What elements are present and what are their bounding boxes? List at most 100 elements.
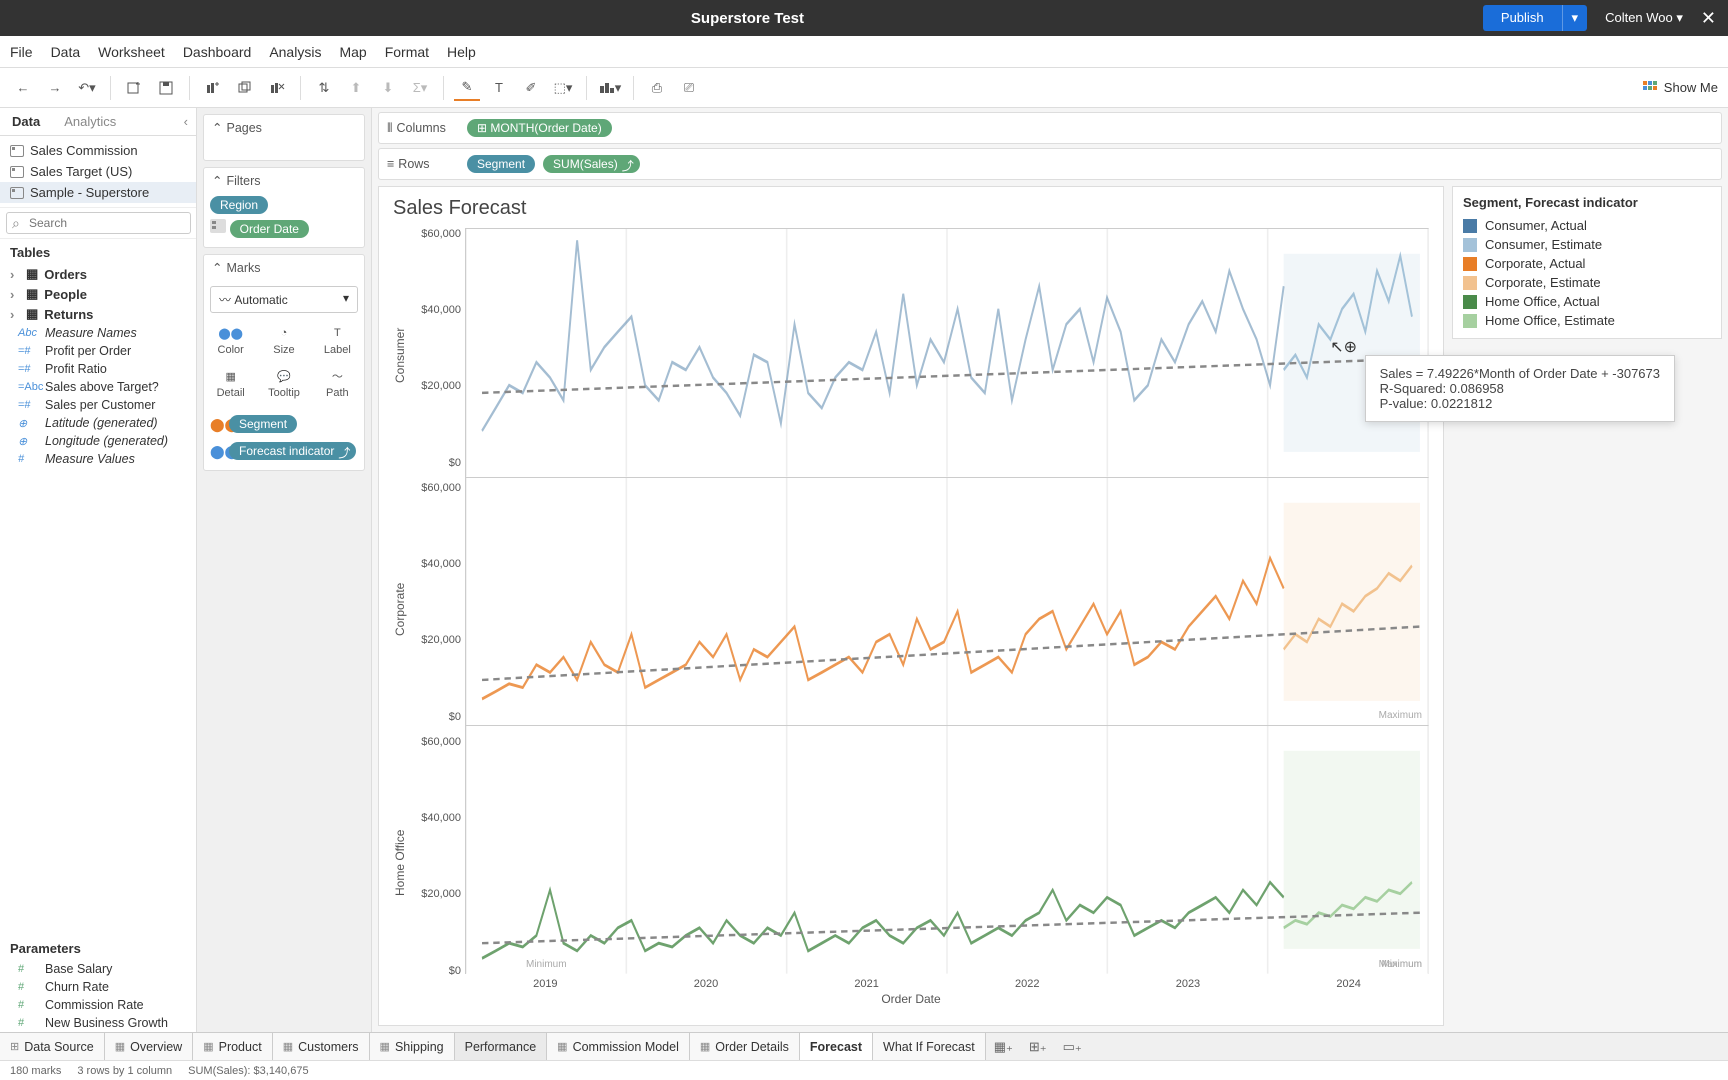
sheet-tab[interactable]: ▦Product <box>193 1033 273 1060</box>
filter-pill[interactable]: Region <box>210 196 268 214</box>
sheet-tab[interactable]: ▦Commission Model <box>547 1033 690 1060</box>
menu-help[interactable]: Help <box>447 44 476 60</box>
chart-panel[interactable]: Maximum <box>465 477 1429 726</box>
back-icon[interactable]: ← <box>10 75 36 101</box>
menu-map[interactable]: Map <box>339 44 366 60</box>
menu-analysis[interactable]: Analysis <box>269 44 321 60</box>
marks-header[interactable]: ⌃Marks <box>204 255 364 280</box>
datasource-item[interactable]: Sales Target (US) <box>0 161 196 182</box>
folder-orders[interactable]: ›▦Orders <box>0 264 196 284</box>
publish-dropdown[interactable]: ▾ <box>1562 5 1588 31</box>
mark-pill[interactable]: Segment <box>229 415 297 433</box>
datasource-item[interactable]: Sample - Superstore <box>0 182 196 203</box>
mark-color-button[interactable]: ⬤⬤Color <box>204 319 257 362</box>
chart-panel[interactable]: MinimumMaximumMinimum <box>465 725 1429 974</box>
clear-icon[interactable] <box>264 75 290 101</box>
sort-desc-icon[interactable]: ⬇ <box>375 75 401 101</box>
sheet-tab[interactable]: ▦Order Details <box>690 1033 800 1060</box>
parameter-item[interactable]: #Commission Rate <box>0 996 196 1014</box>
mark-label-button[interactable]: TLabel <box>311 319 364 362</box>
viz-panel[interactable]: Sales Forecast ConsumerCorporateHome Off… <box>378 186 1444 1026</box>
folder-people[interactable]: ›▦People <box>0 284 196 304</box>
show-me-button[interactable]: Show Me <box>1642 80 1718 96</box>
mark-size-button[interactable]: ◔Size <box>257 319 310 362</box>
mark-type-select[interactable]: 〰 Automatic▾ <box>210 286 358 313</box>
new-sheet-button[interactable]: ▦₊ <box>986 1033 1021 1060</box>
field-item[interactable]: =#Profit Ratio <box>0 360 196 378</box>
totals-icon[interactable]: Σ▾ <box>407 75 433 101</box>
field-item[interactable]: =#Profit per Order <box>0 342 196 360</box>
sheet-tab[interactable]: ▦Shipping <box>370 1033 455 1060</box>
pages-shelf-header[interactable]: ⌃Pages <box>204 115 364 140</box>
menu-format[interactable]: Format <box>385 44 429 60</box>
undo-icon[interactable]: ↶▾ <box>74 75 100 101</box>
sheet-tab[interactable]: ⊞Data Source <box>0 1033 105 1060</box>
menu-worksheet[interactable]: Worksheet <box>98 44 165 60</box>
chart-panel[interactable] <box>465 228 1429 477</box>
menu-file[interactable]: File <box>10 44 33 60</box>
fit-icon[interactable]: ⬚▾ <box>550 75 576 101</box>
close-icon[interactable]: ✕ <box>1701 8 1716 29</box>
new-story-button[interactable]: ▭₊ <box>1055 1033 1090 1060</box>
field-item[interactable]: ⊕Longitude (generated) <box>0 432 196 450</box>
mark-detail-button[interactable]: ▦Detail <box>204 362 257 405</box>
mark-path-button[interactable]: 〜Path <box>311 362 364 405</box>
legend-item[interactable]: Consumer, Estimate <box>1463 235 1711 254</box>
field-item[interactable]: ⊕Latitude (generated) <box>0 414 196 432</box>
filters-shelf[interactable]: Region Order Date <box>204 193 364 247</box>
columns-shelf[interactable]: ⦀Columns ⊞ MONTH(Order Date) <box>378 112 1722 144</box>
field-item[interactable]: =#Sales per Customer <box>0 396 196 414</box>
new-worksheet-icon[interactable] <box>200 75 226 101</box>
folder-returns[interactable]: ›▦Returns <box>0 304 196 324</box>
format-icon[interactable]: ✐ <box>518 75 544 101</box>
legend-item[interactable]: Home Office, Estimate <box>1463 311 1711 330</box>
sheet-tab[interactable]: ▦Overview <box>105 1033 194 1060</box>
legend-item[interactable]: Home Office, Actual <box>1463 292 1711 311</box>
mark-tooltip-button[interactable]: 💬Tooltip <box>257 362 310 405</box>
sheet-tab[interactable]: Forecast <box>800 1033 873 1060</box>
legend-item[interactable]: Corporate, Actual <box>1463 254 1711 273</box>
forward-icon[interactable]: → <box>42 75 68 101</box>
new-dashboard-button[interactable]: ⊞₊ <box>1021 1033 1055 1060</box>
filter-pill[interactable]: Order Date <box>230 220 309 238</box>
sort-asc-icon[interactable]: ⬆ <box>343 75 369 101</box>
share-icon[interactable]: ⎚ <box>676 75 702 101</box>
tab-data[interactable]: Data <box>0 108 52 135</box>
row-pill[interactable]: SUM(Sales)⤴ <box>543 155 640 173</box>
tab-analytics[interactable]: Analytics <box>52 108 128 135</box>
mark-pill[interactable]: Forecast indicator⤴ <box>229 442 356 460</box>
row-pill[interactable]: Segment <box>467 155 535 173</box>
datasource-item[interactable]: Sales Commission <box>0 140 196 161</box>
color-legend[interactable]: Segment, Forecast indicator Consumer, Ac… <box>1452 186 1722 339</box>
pages-shelf[interactable] <box>204 140 364 160</box>
label-icon[interactable]: T <box>486 75 512 101</box>
parameter-item[interactable]: #New Business Growth <box>0 1014 196 1032</box>
parameter-item[interactable]: #Churn Rate <box>0 978 196 996</box>
new-datasource-icon[interactable] <box>121 75 147 101</box>
legend-item[interactable]: Corporate, Estimate <box>1463 273 1711 292</box>
filters-shelf-header[interactable]: ⌃Filters <box>204 168 364 193</box>
parameter-item[interactable]: #Base Salary <box>0 960 196 978</box>
rows-shelf[interactable]: ≡Rows Segment SUM(Sales)⤴ <box>378 148 1722 180</box>
save-icon[interactable] <box>153 75 179 101</box>
viz-title[interactable]: Sales Forecast <box>393 197 1429 220</box>
swap-icon[interactable]: ⇅ <box>311 75 337 101</box>
menu-dashboard[interactable]: Dashboard <box>183 44 252 60</box>
show-cards-icon[interactable]: ▾ <box>597 75 623 101</box>
duplicate-icon[interactable] <box>232 75 258 101</box>
legend-item[interactable]: Consumer, Actual <box>1463 216 1711 235</box>
search-input[interactable] <box>6 212 191 234</box>
field-item[interactable]: #Measure Values <box>0 450 196 468</box>
sheet-tab[interactable]: Performance <box>455 1033 548 1060</box>
field-item[interactable]: =AbcSales above Target? <box>0 378 196 396</box>
user-menu[interactable]: Colten Woo ▾ <box>1605 10 1683 26</box>
field-item[interactable]: AbcMeasure Names <box>0 324 196 342</box>
column-pill[interactable]: ⊞ MONTH(Order Date) <box>467 119 612 137</box>
sheet-tab[interactable]: What If Forecast <box>873 1033 986 1060</box>
menu-data[interactable]: Data <box>51 44 81 60</box>
highlight-icon[interactable]: ✎ <box>454 75 480 101</box>
sheet-tab[interactable]: ▦Customers <box>273 1033 370 1060</box>
collapse-pane-icon[interactable]: ‹ <box>176 114 196 129</box>
publish-button[interactable]: Publish <box>1483 5 1562 31</box>
presentation-icon[interactable]: ⎙ <box>644 75 670 101</box>
